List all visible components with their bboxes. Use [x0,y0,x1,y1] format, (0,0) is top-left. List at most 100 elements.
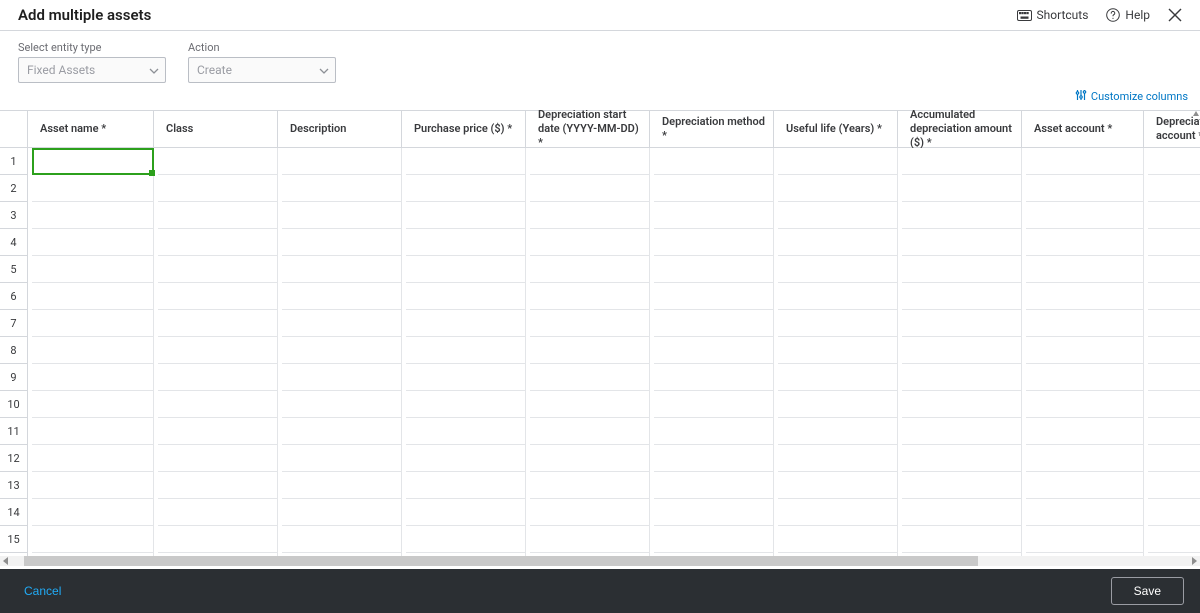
grid-cell[interactable] [778,256,898,283]
row-number[interactable]: 6 [0,283,28,310]
grid-cell[interactable] [654,229,774,256]
grid-cell[interactable] [32,499,154,526]
grid-cell[interactable] [282,364,402,391]
grid-cell[interactable] [282,391,402,418]
grid-cell[interactable] [158,445,278,472]
grid-cell[interactable] [406,202,526,229]
grid-cell[interactable] [406,229,526,256]
column-header[interactable]: Accumulated depreciation amount ($) * [902,111,1022,148]
grid-cell[interactable] [282,202,402,229]
grid-cell[interactable] [902,526,1022,553]
grid-cell[interactable] [778,364,898,391]
grid-cell[interactable] [1026,310,1144,337]
column-header[interactable]: Depreciation method * [654,111,774,148]
grid-cell[interactable] [282,229,402,256]
grid-cell[interactable] [778,391,898,418]
horizontal-scrollbar[interactable] [0,556,1200,566]
grid-cell[interactable] [530,148,650,175]
row-number[interactable]: 7 [0,310,28,337]
grid-cell[interactable] [158,310,278,337]
grid-cell[interactable] [1148,337,1200,364]
grid-cell[interactable] [654,283,774,310]
grid-cell[interactable] [654,175,774,202]
scrollbar-track[interactable] [12,556,1188,566]
grid-cell[interactable] [158,229,278,256]
row-number[interactable]: 15 [0,526,28,553]
scroll-left-button[interactable] [0,556,12,566]
grid-cell[interactable] [902,202,1022,229]
grid-cell[interactable] [778,418,898,445]
grid-cell[interactable] [1148,445,1200,472]
grid-cell[interactable] [282,445,402,472]
grid-cell[interactable] [902,283,1022,310]
grid-cell[interactable] [406,526,526,553]
grid-cell[interactable] [158,337,278,364]
scroll-right-button[interactable] [1188,556,1200,566]
grid-cell[interactable] [406,499,526,526]
grid-cell[interactable] [158,499,278,526]
grid-cell[interactable] [902,310,1022,337]
grid-cell[interactable] [654,202,774,229]
grid-cell[interactable] [530,418,650,445]
grid-cell[interactable] [778,283,898,310]
grid-cell[interactable] [1026,445,1144,472]
grid-cell[interactable] [282,472,402,499]
grid-cell[interactable] [778,148,898,175]
grid-cell[interactable] [654,391,774,418]
grid-cell[interactable] [32,337,154,364]
grid-cell[interactable] [1026,283,1144,310]
grid-cell[interactable] [406,418,526,445]
grid-cell[interactable] [32,202,154,229]
grid-cell[interactable] [32,364,154,391]
grid-cell[interactable] [1148,256,1200,283]
grid-cell[interactable] [32,445,154,472]
grid-cell[interactable] [530,256,650,283]
grid-cell[interactable] [1026,337,1144,364]
grid-cell[interactable] [902,364,1022,391]
grid-cell[interactable] [1148,310,1200,337]
grid-cell[interactable] [902,472,1022,499]
grid-cell[interactable] [654,499,774,526]
grid-cell[interactable] [1026,472,1144,499]
grid-cell[interactable] [1148,148,1200,175]
grid-cell[interactable] [530,229,650,256]
grid-cell[interactable] [654,337,774,364]
grid-cell[interactable] [654,445,774,472]
grid-cell[interactable] [1026,526,1144,553]
close-button[interactable] [1168,8,1182,22]
grid-cell[interactable] [158,175,278,202]
column-header[interactable]: Description [282,111,402,148]
grid-cell[interactable] [1148,472,1200,499]
grid-cell[interactable] [530,445,650,472]
grid-cell[interactable] [1026,364,1144,391]
grid-cell[interactable] [32,175,154,202]
row-number[interactable]: 8 [0,337,28,364]
column-header[interactable]: Depreciation start date (YYYY-MM-DD) * [530,111,650,148]
scrollbar-thumb[interactable] [24,556,978,566]
grid-cell[interactable] [32,148,154,175]
cancel-button[interactable]: Cancel [24,584,61,598]
row-number[interactable]: 10 [0,391,28,418]
grid-cell[interactable] [282,499,402,526]
grid-cell[interactable] [282,526,402,553]
grid-cell[interactable] [32,472,154,499]
grid-cell[interactable] [1026,391,1144,418]
grid-cell[interactable] [902,445,1022,472]
row-number[interactable]: 14 [0,499,28,526]
row-number[interactable]: 5 [0,256,28,283]
grid-cell[interactable] [530,202,650,229]
grid-cell[interactable] [654,418,774,445]
row-number[interactable]: 3 [0,202,28,229]
grid-cell[interactable] [654,148,774,175]
save-button[interactable]: Save [1111,577,1184,605]
row-number[interactable]: 2 [0,175,28,202]
grid-cell[interactable] [158,256,278,283]
grid-cell[interactable] [530,337,650,364]
grid-cell[interactable] [1026,175,1144,202]
row-number[interactable]: 13 [0,472,28,499]
grid-cell[interactable] [778,310,898,337]
grid-cell[interactable] [902,337,1022,364]
grid-cell[interactable] [32,310,154,337]
grid-cell[interactable] [1148,175,1200,202]
grid-cell[interactable] [158,148,278,175]
